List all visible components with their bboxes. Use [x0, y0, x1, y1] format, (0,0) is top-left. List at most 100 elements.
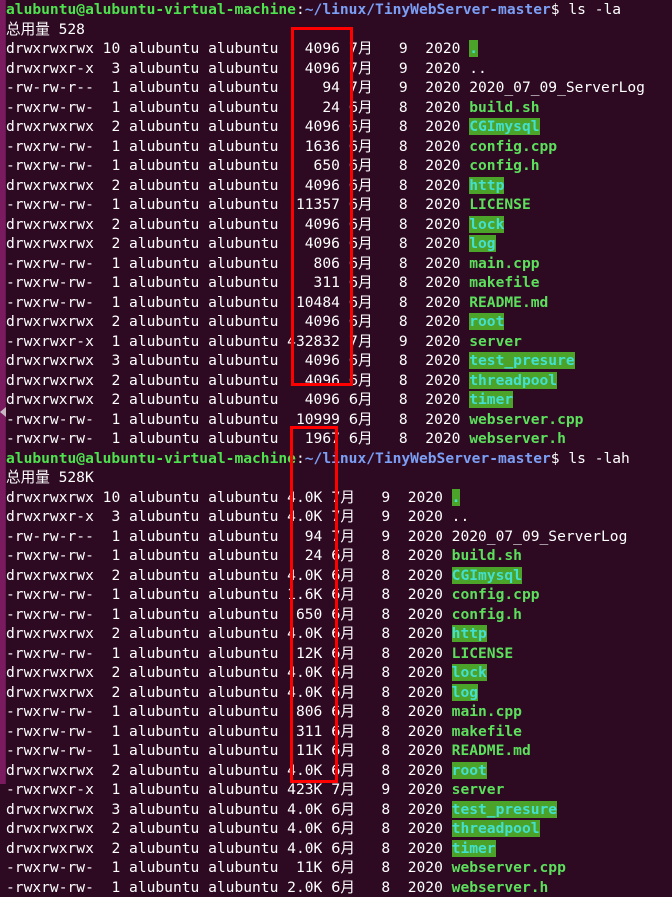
total-label: 总用量 [6, 469, 50, 486]
file-permissions: -rwxrw-rw- [6, 274, 103, 291]
file-day: 8 [355, 625, 408, 642]
file-permissions: -rw-rw-r-- [6, 79, 103, 96]
file-month: 6月 [349, 274, 373, 291]
prompt-user-host: alubuntu@alubuntu-virtual-machine [6, 1, 296, 18]
file-year: 2020 [425, 333, 469, 350]
file-link-count: 2 [103, 391, 129, 408]
file-year: 2020 [408, 625, 452, 642]
file-month: 6月 [331, 801, 355, 818]
file-row: -rwxrw-rw- 1 alubuntu alubuntu 1.6K 6月 8… [6, 585, 672, 605]
file-link-count: 2 [103, 840, 129, 857]
file-size: 11K [287, 859, 331, 876]
file-day: 8 [373, 430, 426, 447]
file-name: log [469, 235, 495, 252]
file-year: 2020 [425, 99, 469, 116]
file-day: 8 [355, 703, 408, 720]
file-size: 311 [287, 274, 349, 291]
file-size: 94 [287, 528, 331, 545]
file-year: 2020 [425, 177, 469, 194]
file-size: 1636 [287, 138, 349, 155]
file-month: 7月 [349, 40, 373, 57]
file-permissions: drwxrwxrwx [6, 489, 103, 506]
file-link-count: 1 [103, 703, 129, 720]
file-group: alubuntu [208, 684, 287, 701]
file-row: drwxrwxrwx 2 alubuntu alubuntu 4.0K 6月 8… [6, 624, 672, 644]
file-month: 6月 [349, 216, 373, 233]
file-size: 4.0K [287, 664, 331, 681]
terminal-screen[interactable]: alubuntu@alubuntu-virtual-machine:~/linu… [6, 0, 672, 784]
file-month: 7月 [349, 60, 373, 77]
prompt-separator: : [296, 450, 305, 467]
scrollbar-thumb[interactable] [0, 0, 5, 784]
file-month: 6月 [331, 703, 355, 720]
file-month: 6月 [349, 411, 373, 428]
file-permissions: drwxrwxrwx [6, 840, 103, 857]
file-month: 6月 [349, 196, 373, 213]
file-owner: alubuntu [129, 742, 208, 759]
file-year: 2020 [425, 235, 469, 252]
file-permissions: drwxrwxrwx [6, 762, 103, 779]
file-owner: alubuntu [129, 645, 208, 662]
file-owner: alubuntu [129, 118, 208, 135]
file-row: drwxrwxrwx 2 alubuntu alubuntu 4.0K 6月 8… [6, 819, 672, 839]
file-row: -rwxrw-rw- 1 alubuntu alubuntu 1967 6月 8… [6, 429, 672, 449]
file-day: 8 [355, 820, 408, 837]
file-permissions: -rwxrw-rw- [6, 547, 103, 564]
file-size: 4096 [287, 352, 349, 369]
prompt-line[interactable]: alubuntu@alubuntu-virtual-machine:~/linu… [6, 0, 672, 20]
file-permissions: drwxrwxrwx [6, 684, 103, 701]
file-size: 4096 [287, 60, 349, 77]
file-row: -rwxrwxr-x 1 alubuntu alubuntu 432832 7月… [6, 332, 672, 352]
file-permissions: drwxrwxrwx [6, 235, 103, 252]
file-link-count: 2 [103, 625, 129, 642]
file-year: 2020 [425, 157, 469, 174]
file-link-count: 1 [103, 859, 129, 876]
file-name: README.md [469, 294, 548, 311]
file-size: 4096 [287, 216, 349, 233]
file-group: alubuntu [208, 723, 287, 740]
file-row: -rwxrw-rw- 1 alubuntu alubuntu 2.0K 6月 8… [6, 878, 672, 897]
file-name: main.cpp [469, 255, 539, 272]
file-permissions: -rwxrw-rw- [6, 157, 103, 174]
file-permissions: drwxrwxrwx [6, 177, 103, 194]
file-name: .. [452, 508, 470, 525]
file-owner: alubuntu [129, 586, 208, 603]
file-month: 6月 [349, 118, 373, 135]
file-permissions: -rwxrw-rw- [6, 645, 103, 662]
file-row: -rwxrw-rw- 1 alubuntu alubuntu 11357 6月 … [6, 195, 672, 215]
file-row: drwxrwxrwx 10 alubuntu alubuntu 4.0K 7月 … [6, 488, 672, 508]
file-month: 7月 [349, 79, 373, 96]
file-size: 4.0K [287, 567, 331, 584]
file-day: 8 [373, 313, 426, 330]
file-day: 8 [355, 606, 408, 623]
file-owner: alubuntu [129, 703, 208, 720]
file-row: -rwxrw-rw- 1 alubuntu alubuntu 311 6月 8 … [6, 722, 672, 742]
file-month: 7月 [349, 333, 373, 350]
prompt-line[interactable]: alubuntu@alubuntu-virtual-machine:~/linu… [6, 449, 672, 469]
file-name: server [469, 333, 522, 350]
file-row: drwxrwxrwx 2 alubuntu alubuntu 4.0K 6月 8… [6, 663, 672, 683]
file-year: 2020 [408, 664, 452, 681]
file-size: 1.6K [287, 586, 331, 603]
file-owner: alubuntu [129, 138, 208, 155]
file-row: drwxrwxrwx 10 alubuntu alubuntu 4096 7月 … [6, 39, 672, 59]
file-size: 10484 [287, 294, 349, 311]
total-line: 总用量 528K [6, 468, 672, 488]
file-group: alubuntu [208, 742, 287, 759]
file-name: README.md [452, 742, 531, 759]
file-day: 8 [355, 567, 408, 584]
file-owner: alubuntu [129, 294, 208, 311]
file-name: build.sh [452, 547, 522, 564]
file-link-count: 1 [103, 879, 129, 896]
file-year: 2020 [408, 703, 452, 720]
file-year: 2020 [425, 313, 469, 330]
file-link-count: 1 [103, 606, 129, 623]
file-group: alubuntu [208, 372, 287, 389]
file-year: 2020 [408, 528, 452, 545]
file-name: threadpool [469, 372, 557, 389]
file-size: 4.0K [287, 489, 331, 506]
file-row: -rwxrw-rw- 1 alubuntu alubuntu 10484 6月 … [6, 293, 672, 313]
file-row: -rw-rw-r-- 1 alubuntu alubuntu 94 7月 9 2… [6, 527, 672, 547]
file-size: 4.0K [287, 820, 331, 837]
file-group: alubuntu [208, 801, 287, 818]
